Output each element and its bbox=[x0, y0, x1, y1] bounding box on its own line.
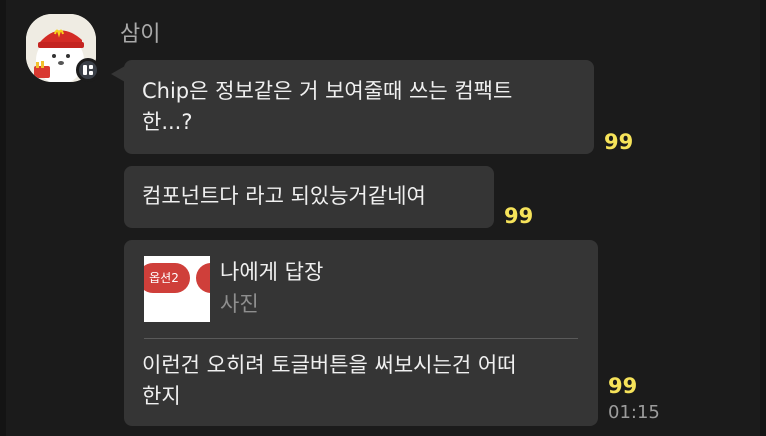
split-panel-icon bbox=[76, 58, 100, 82]
message-text-line: 이런건 오히려 토글버튼을 써보시는건 어떠 bbox=[142, 353, 517, 377]
reply-media-type: 사진 bbox=[220, 292, 259, 316]
message-time: 01:15 bbox=[608, 402, 660, 423]
message-text-line: 한...? bbox=[142, 110, 193, 134]
reply-divider bbox=[144, 338, 578, 339]
sender-name: 삼이 bbox=[120, 22, 161, 47]
unread-count: 99 bbox=[608, 374, 638, 398]
unread-count: 99 bbox=[504, 204, 534, 228]
message-bubble[interactable]: 컴포넌트다 라고 되있능거같네여 bbox=[124, 166, 494, 228]
message-bubble[interactable]: Chip은 정보같은 거 보여줄때 쓰는 컴팩트 한...? bbox=[124, 60, 594, 154]
bubble-tail bbox=[111, 66, 125, 82]
unread-count: 99 bbox=[604, 130, 634, 154]
right-edge bbox=[760, 0, 766, 436]
thumbnail-chip: 옵션2 bbox=[144, 263, 190, 293]
left-edge bbox=[0, 0, 6, 436]
reply-message-bubble[interactable]: 옵션2 옵 나에게 답장 사진 이런건 오히려 토글버튼을 써보시는건 어떠 한… bbox=[124, 240, 598, 426]
thumbnail-chip: 옵 bbox=[196, 263, 210, 293]
message-text: 컴포넌트다 라고 되있능거같네여 bbox=[142, 184, 426, 208]
message-text-line: Chip은 정보같은 거 보여줄때 쓰는 컴팩트 bbox=[142, 79, 513, 103]
reply-thumbnail[interactable]: 옵션2 옵 bbox=[144, 256, 210, 322]
reply-target: 나에게 답장 bbox=[220, 260, 324, 284]
sender-avatar[interactable] bbox=[26, 14, 102, 82]
message-text-line: 한지 bbox=[142, 384, 181, 408]
